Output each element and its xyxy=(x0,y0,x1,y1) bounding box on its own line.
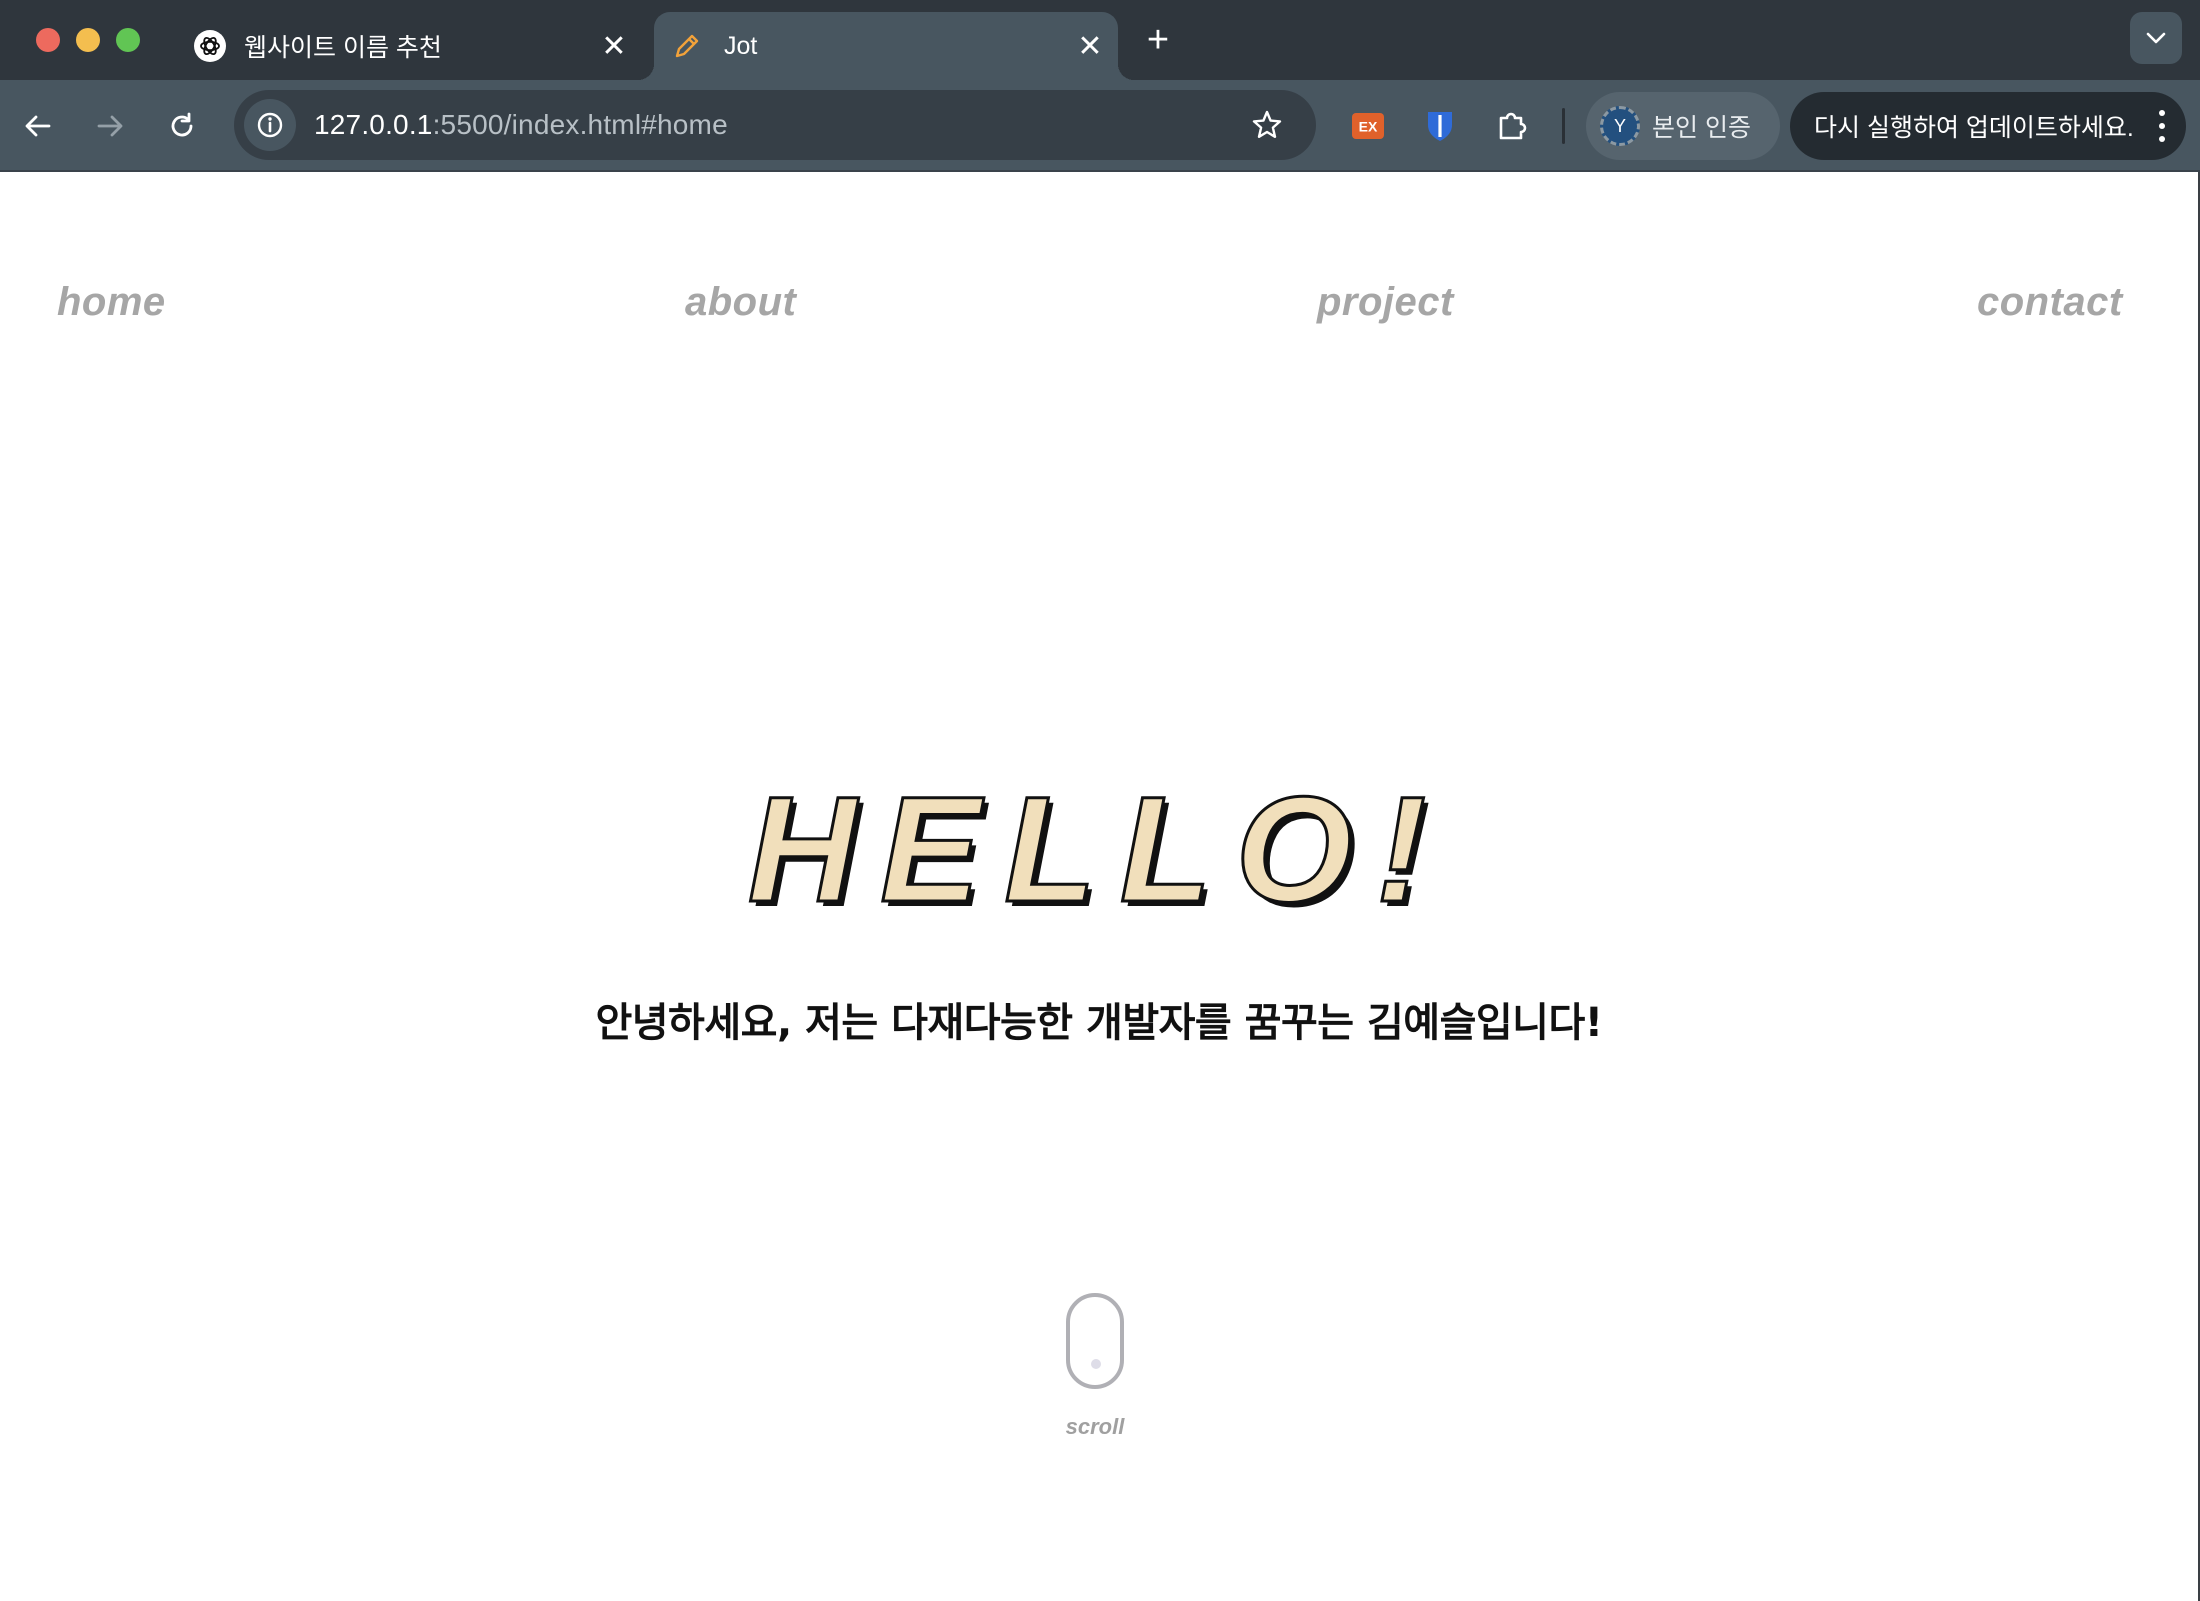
nav-link-project[interactable]: project xyxy=(1317,280,1454,325)
tab-strip: 웹사이트 이름 추천 ✕ Jot ✕ + xyxy=(0,0,2200,80)
more-menu-icon[interactable] xyxy=(2152,110,2172,142)
update-label: 다시 실행하여 업데이트하세요. xyxy=(1814,114,2134,142)
scroll-wheel-dot xyxy=(1091,1359,1101,1369)
tab-search-button[interactable] xyxy=(2130,12,2182,64)
browser-window: 웹사이트 이름 추천 ✕ Jot ✕ + 127.0.0.1:5500/inde… xyxy=(0,0,2200,1601)
new-tab-button[interactable]: + xyxy=(1136,18,1180,62)
openai-icon xyxy=(194,30,226,62)
tab-close-icon[interactable]: ✕ xyxy=(596,28,632,64)
tab-jot[interactable]: Jot ✕ xyxy=(638,12,1134,80)
pencil-icon xyxy=(670,29,704,63)
nav-link-home[interactable]: home xyxy=(57,280,166,325)
nav-link-contact[interactable]: contact xyxy=(1977,280,2123,325)
scroll-mouse-icon[interactable] xyxy=(1066,1293,1124,1389)
page-content: home about project contact HELLO! HELLO!… xyxy=(0,174,2198,1601)
site-info-button[interactable] xyxy=(244,99,296,151)
close-window-button[interactable] xyxy=(36,28,60,52)
minimize-window-button[interactable] xyxy=(76,28,100,52)
maximize-window-button[interactable] xyxy=(116,28,140,52)
tab-title: 웹사이트 이름 추천 xyxy=(244,34,442,62)
avatar: Y xyxy=(1600,106,1640,146)
tab-website-name[interactable]: 웹사이트 이름 추천 ✕ xyxy=(176,12,642,80)
toolbar-divider xyxy=(1562,108,1565,144)
update-button[interactable]: 다시 실행하여 업데이트하세요. xyxy=(1790,92,2186,160)
address-bar[interactable]: 127.0.0.1:5500/index.html#home xyxy=(234,90,1316,160)
forward-button[interactable] xyxy=(86,102,134,150)
hero-title-text: HELLO! xyxy=(748,784,1450,914)
info-icon xyxy=(257,112,283,138)
hero-subtitle: 안녕하세요, 저는 다재다능한 개발자를 꿈꾸는 김예슬입니다! xyxy=(595,1000,1603,1046)
tab-title: Jot xyxy=(724,31,758,60)
back-button[interactable] xyxy=(14,102,62,150)
tab-close-icon[interactable]: ✕ xyxy=(1072,28,1108,64)
chevron-down-icon xyxy=(2146,32,2166,44)
profile-button[interactable]: Y 본인 인증 xyxy=(1586,92,1780,160)
bookmark-star-icon[interactable] xyxy=(1248,106,1286,144)
nav-link-about[interactable]: about xyxy=(685,280,796,325)
scroll-label: scroll xyxy=(1065,1414,1125,1439)
arrow-left-icon xyxy=(25,115,51,137)
hero-title: HELLO! HELLO! xyxy=(746,784,1450,914)
profile-label: 본인 인증 xyxy=(1652,114,1751,142)
browser-toolbar: 127.0.0.1:5500/index.html#home EX Y 본인 인… xyxy=(0,80,2200,172)
url-host: 127.0.0.1 xyxy=(314,109,433,140)
puzzle-extensions-icon[interactable] xyxy=(1490,104,1534,148)
bitwarden-shield-icon[interactable] xyxy=(1418,104,1462,148)
url-path: :5500/index.html#home xyxy=(432,109,728,140)
ex-extension-icon[interactable]: EX xyxy=(1346,104,1390,148)
url-text[interactable]: 127.0.0.1:5500/index.html#home xyxy=(314,109,728,141)
ex-extension-label: EX xyxy=(1359,119,1378,135)
arrow-right-icon xyxy=(97,115,123,137)
reload-icon xyxy=(171,112,193,137)
reload-button[interactable] xyxy=(158,102,206,150)
